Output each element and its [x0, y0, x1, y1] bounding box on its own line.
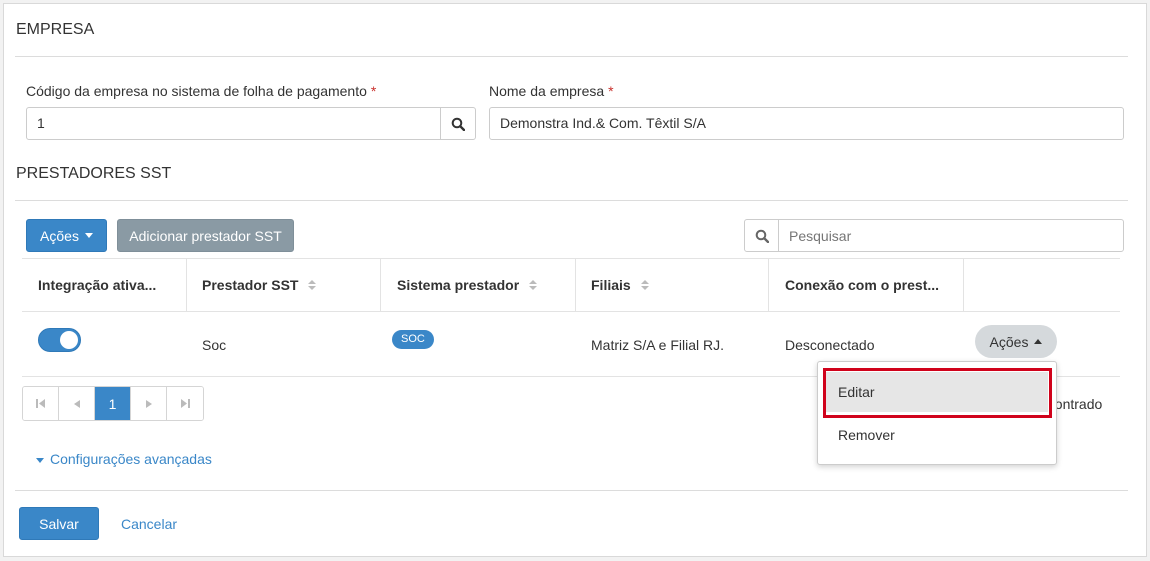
sort-icon [640, 279, 649, 290]
nome-label-text: Nome da empresa [489, 83, 605, 99]
sistema-badge: SOC [392, 330, 434, 349]
next-page-icon [145, 399, 152, 408]
column-header-conexao[interactable]: Conexão com o prest... [769, 258, 964, 311]
row-acoes-label: Ações [989, 333, 1029, 350]
next-page-button[interactable] [131, 387, 167, 420]
column-header-filiais[interactable]: Filiais [575, 258, 769, 311]
integracao-toggle[interactable] [38, 328, 81, 352]
advanced-label: Configurações avançadas [50, 451, 212, 467]
search-icon [755, 229, 769, 243]
column-label: Prestador SST [202, 276, 299, 293]
first-page-button[interactable] [23, 387, 59, 420]
prev-page-icon [73, 399, 80, 408]
column-header-sistema[interactable]: Sistema prestador [381, 258, 576, 311]
cancel-link[interactable]: Cancelar [121, 516, 177, 532]
row-actions-dropdown: Editar Remover [817, 361, 1057, 465]
caret-up-icon [1034, 339, 1043, 344]
caret-down-icon [84, 233, 93, 238]
column-label: Sistema prestador [397, 276, 520, 293]
row-acoes-button[interactable]: Ações [975, 325, 1057, 358]
section-title-empresa: EMPRESA [16, 21, 95, 38]
sort-icon [308, 279, 317, 290]
last-page-icon [180, 399, 190, 408]
codigo-input[interactable]: 1 [26, 107, 442, 140]
codigo-search-button[interactable] [440, 107, 476, 140]
acoes-dropdown-button[interactable]: Ações [26, 219, 107, 252]
table-header-border [22, 311, 1120, 312]
column-header-prestador[interactable]: Prestador SST [186, 258, 381, 311]
first-page-icon [36, 399, 45, 408]
column-label: Filiais [591, 276, 631, 293]
menu-item-remover[interactable]: Remover [826, 415, 1048, 455]
required-mark: * [370, 83, 377, 99]
last-page-button[interactable] [167, 387, 203, 420]
divider [15, 200, 1128, 201]
column-header-integracao[interactable]: Integração ativa... [22, 258, 187, 311]
required-mark: * [608, 83, 614, 99]
sort-icon [529, 279, 538, 290]
caret-down-icon [36, 457, 44, 463]
column-label: Conexão com o prest... [785, 276, 940, 293]
highlight-box [823, 368, 1052, 418]
codigo-label: Código da empresa no sistema de folha de… [26, 83, 376, 99]
search-icon [451, 117, 465, 131]
cell-filiais: Matriz S/A e Filial RJ. [591, 337, 725, 353]
nome-label: Nome da empresa * [489, 83, 614, 99]
prev-page-button[interactable] [59, 387, 95, 420]
nome-input[interactable]: Demonstra Ind.& Com. Têxtil S/A [489, 107, 1124, 140]
section-title-prestadores: PRESTADORES SST [16, 165, 172, 182]
pagination: 1 [22, 386, 204, 421]
page-button-current[interactable]: 1 [95, 387, 131, 420]
toggle-knob [60, 331, 78, 349]
advanced-settings-toggle[interactable]: Configurações avançadas [36, 451, 212, 467]
column-label: Integração ativa... [38, 276, 157, 293]
cell-prestador: Soc [202, 337, 227, 353]
add-prestador-button[interactable]: Adicionar prestador SST [117, 219, 294, 252]
search-input[interactable] [778, 219, 1124, 252]
save-button[interactable]: Salvar [19, 507, 99, 540]
divider [15, 490, 1128, 491]
divider [15, 56, 1128, 57]
acoes-label: Ações [40, 227, 79, 244]
cell-conexao: Desconectado [785, 337, 875, 353]
codigo-label-text: Código da empresa no sistema de folha de… [26, 83, 367, 99]
search-addon [744, 219, 779, 252]
